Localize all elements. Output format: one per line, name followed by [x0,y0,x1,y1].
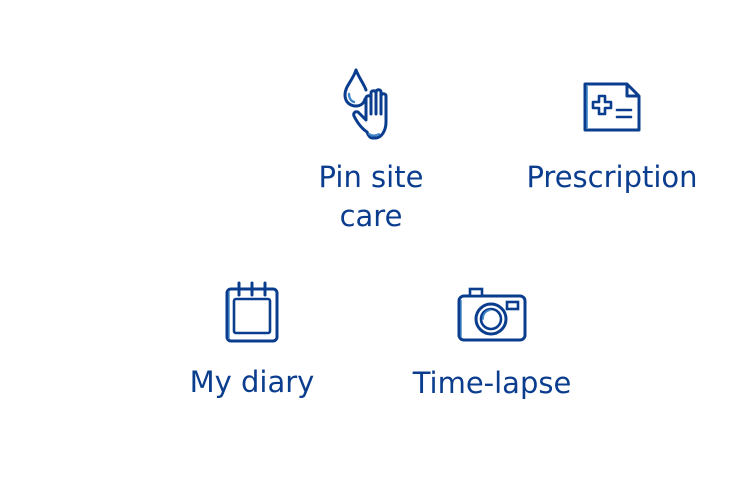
tile-label: My diary [189,365,315,399]
droplet-hand-icon [343,68,388,140]
menu-canvas: Pin site care Prescription My diary Time… [0,0,744,484]
tile-time-lapse[interactable]: Time-lapse [400,282,584,403]
tile-label-line1: Pin site [318,160,424,194]
calendar-icon [225,281,279,343]
prescription-icon [583,82,641,132]
tile-label-line2: care [339,199,403,233]
tile-label: Prescription [526,160,698,194]
camera-icon [457,287,527,342]
tile-label: Pin site care [319,158,424,236]
tile-pin-site-care[interactable]: Pin site care [300,62,442,236]
tile-prescription[interactable]: Prescription [517,72,707,197]
tile-my-diary[interactable]: My diary [180,277,324,402]
tile-label: Time-lapse [412,366,572,400]
